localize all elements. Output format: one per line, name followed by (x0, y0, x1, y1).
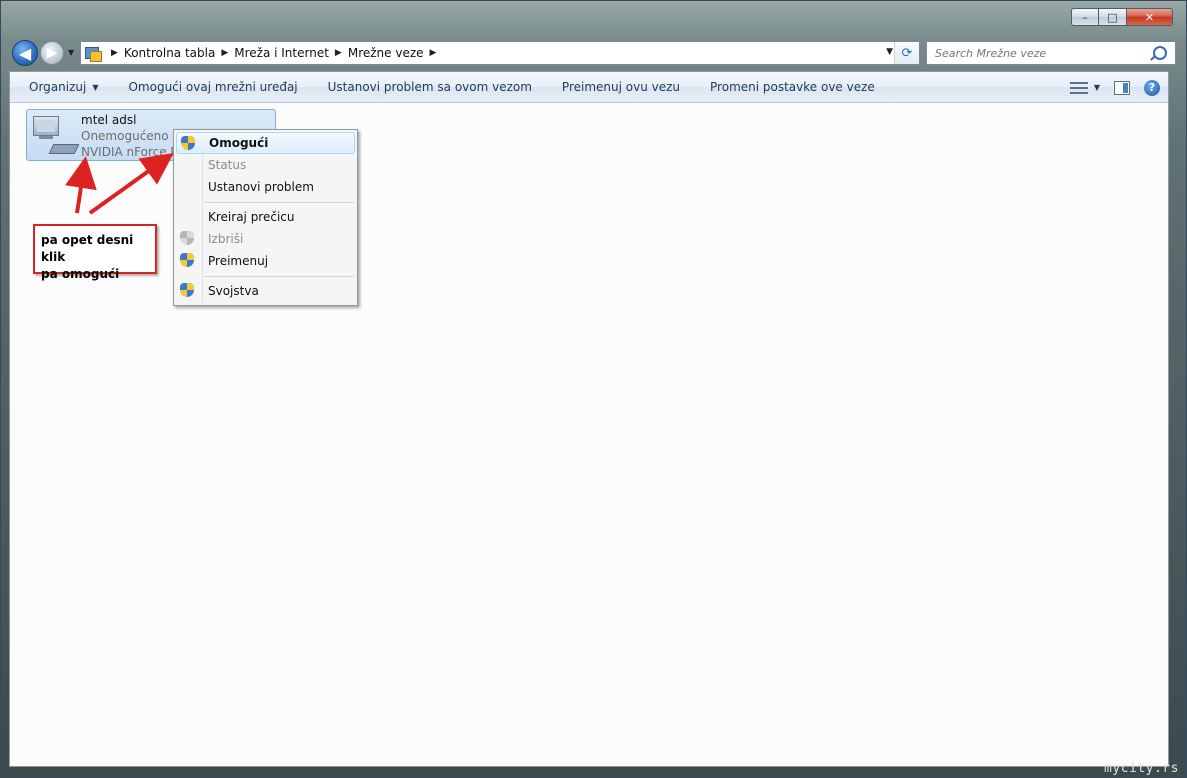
menu-item-delete[interactable]: Izbriši (176, 228, 355, 250)
menu-item-label: Status (208, 158, 247, 172)
chevron-down-icon: ▼ (92, 82, 99, 92)
view-options-dropdown-icon[interactable]: ▼ (1094, 83, 1100, 92)
annotation-line-2: pa omogući (41, 267, 120, 281)
refresh-button[interactable]: ⟳ (894, 42, 919, 64)
menu-item-diagnose[interactable]: Ustanovi problem (176, 176, 355, 198)
diagnose-connection-button[interactable]: Ustanovi problem sa ovom vezom (313, 72, 547, 102)
menu-item-label: Svojstva (208, 284, 259, 298)
breadcrumb-separator-icon[interactable]: ▶ (111, 48, 118, 58)
menu-item-label: Izbriši (208, 232, 244, 246)
breadcrumb: ▶ Kontrolna tabla ▶ Mreža i Internet ▶ M… (105, 46, 442, 60)
forward-button[interactable]: ▶ (40, 41, 64, 65)
preview-pane-icon[interactable] (1114, 80, 1130, 95)
search-icon[interactable] (1153, 46, 1167, 60)
connection-device: NVIDIA nForce Ne (81, 145, 187, 159)
menu-separator (204, 202, 354, 203)
menu-item-create-shortcut[interactable]: Kreiraj prečicu (176, 206, 355, 228)
maximize-button[interactable]: □ (1099, 8, 1127, 26)
menu-item-rename[interactable]: Preimenuj (176, 250, 355, 272)
shield-icon (180, 253, 194, 268)
menu-item-label: Kreiraj prečicu (208, 210, 295, 224)
menu-item-label: Ustanovi problem (208, 180, 314, 194)
address-bar[interactable]: ▶ Kontrolna tabla ▶ Mreža i Internet ▶ M… (80, 41, 920, 65)
minimize-button[interactable]: – (1071, 8, 1099, 26)
context-menu: Omogući Status Ustanovi problem Kreiraj … (173, 129, 358, 306)
enable-device-button[interactable]: Omogući ovaj mrežni uređaj (113, 72, 312, 102)
menu-separator (204, 276, 354, 277)
control-panel-icon (85, 45, 102, 62)
annotation-callout: pa opet desni klik pa omogući (33, 224, 157, 281)
annotation-line-1: pa opet desni klik (41, 233, 134, 264)
navigation-bar: ◀ ▶ ▼ ▶ Kontrolna tabla ▶ Mreža i Intern… (8, 36, 1179, 68)
breadcrumb-item-kontrolna-tabla[interactable]: Kontrolna tabla (124, 46, 215, 60)
search-box (926, 41, 1176, 65)
change-settings-button[interactable]: Promeni postavke ove veze (695, 72, 890, 102)
close-button[interactable]: ✕ (1127, 8, 1173, 26)
shield-icon (180, 231, 194, 246)
menu-item-label: Preimenuj (208, 254, 269, 268)
explorer-window: – □ ✕ ◀ ▶ ▼ ▶ Kontrolna tabla ▶ Mreža i … (0, 0, 1187, 778)
address-dropdown-icon[interactable]: ▼ (886, 47, 893, 57)
shield-icon (180, 283, 194, 298)
menu-item-label: Omogući (209, 136, 269, 150)
watermark: mycity.rs (1104, 761, 1179, 776)
menu-item-properties[interactable]: Svojstva (176, 280, 355, 302)
menu-item-enable[interactable]: Omogući (176, 132, 355, 154)
menu-item-status[interactable]: Status (176, 154, 355, 176)
search-input[interactable] (933, 45, 1149, 61)
breadcrumb-item-mreza-i-internet[interactable]: Mreža i Internet (234, 46, 329, 60)
breadcrumb-separator-icon[interactable]: ▶ (335, 48, 342, 58)
help-icon[interactable]: ? (1144, 79, 1160, 96)
change-view-icon[interactable] (1069, 81, 1088, 95)
connection-name: mtel adsl (81, 113, 137, 127)
toolbar-right: ▼ ? (1069, 72, 1160, 103)
organize-button[interactable]: Organizuj ▼ (10, 72, 113, 102)
network-adapter-icon (31, 114, 80, 158)
breadcrumb-separator-icon[interactable]: ▶ (221, 48, 228, 58)
connection-status: Onemogućeno (81, 129, 169, 143)
shield-icon (181, 136, 195, 151)
recent-pages-dropdown-icon[interactable]: ▼ (68, 48, 74, 57)
command-bar: Organizuj ▼ Omogući ovaj mrežni uređaj U… (10, 72, 1168, 103)
caption-buttons: – □ ✕ (1071, 8, 1173, 26)
breadcrumb-separator-icon[interactable]: ▶ (430, 48, 437, 58)
rename-connection-button[interactable]: Preimenuj ovu vezu (547, 72, 695, 102)
back-button[interactable]: ◀ (12, 40, 38, 66)
connection-details: mtel adsl Onemogućeno NVIDIA nForce Ne (81, 112, 187, 160)
breadcrumb-item-mrezne-veze[interactable]: Mrežne veze (348, 46, 424, 60)
organize-label: Organizuj (29, 80, 87, 94)
